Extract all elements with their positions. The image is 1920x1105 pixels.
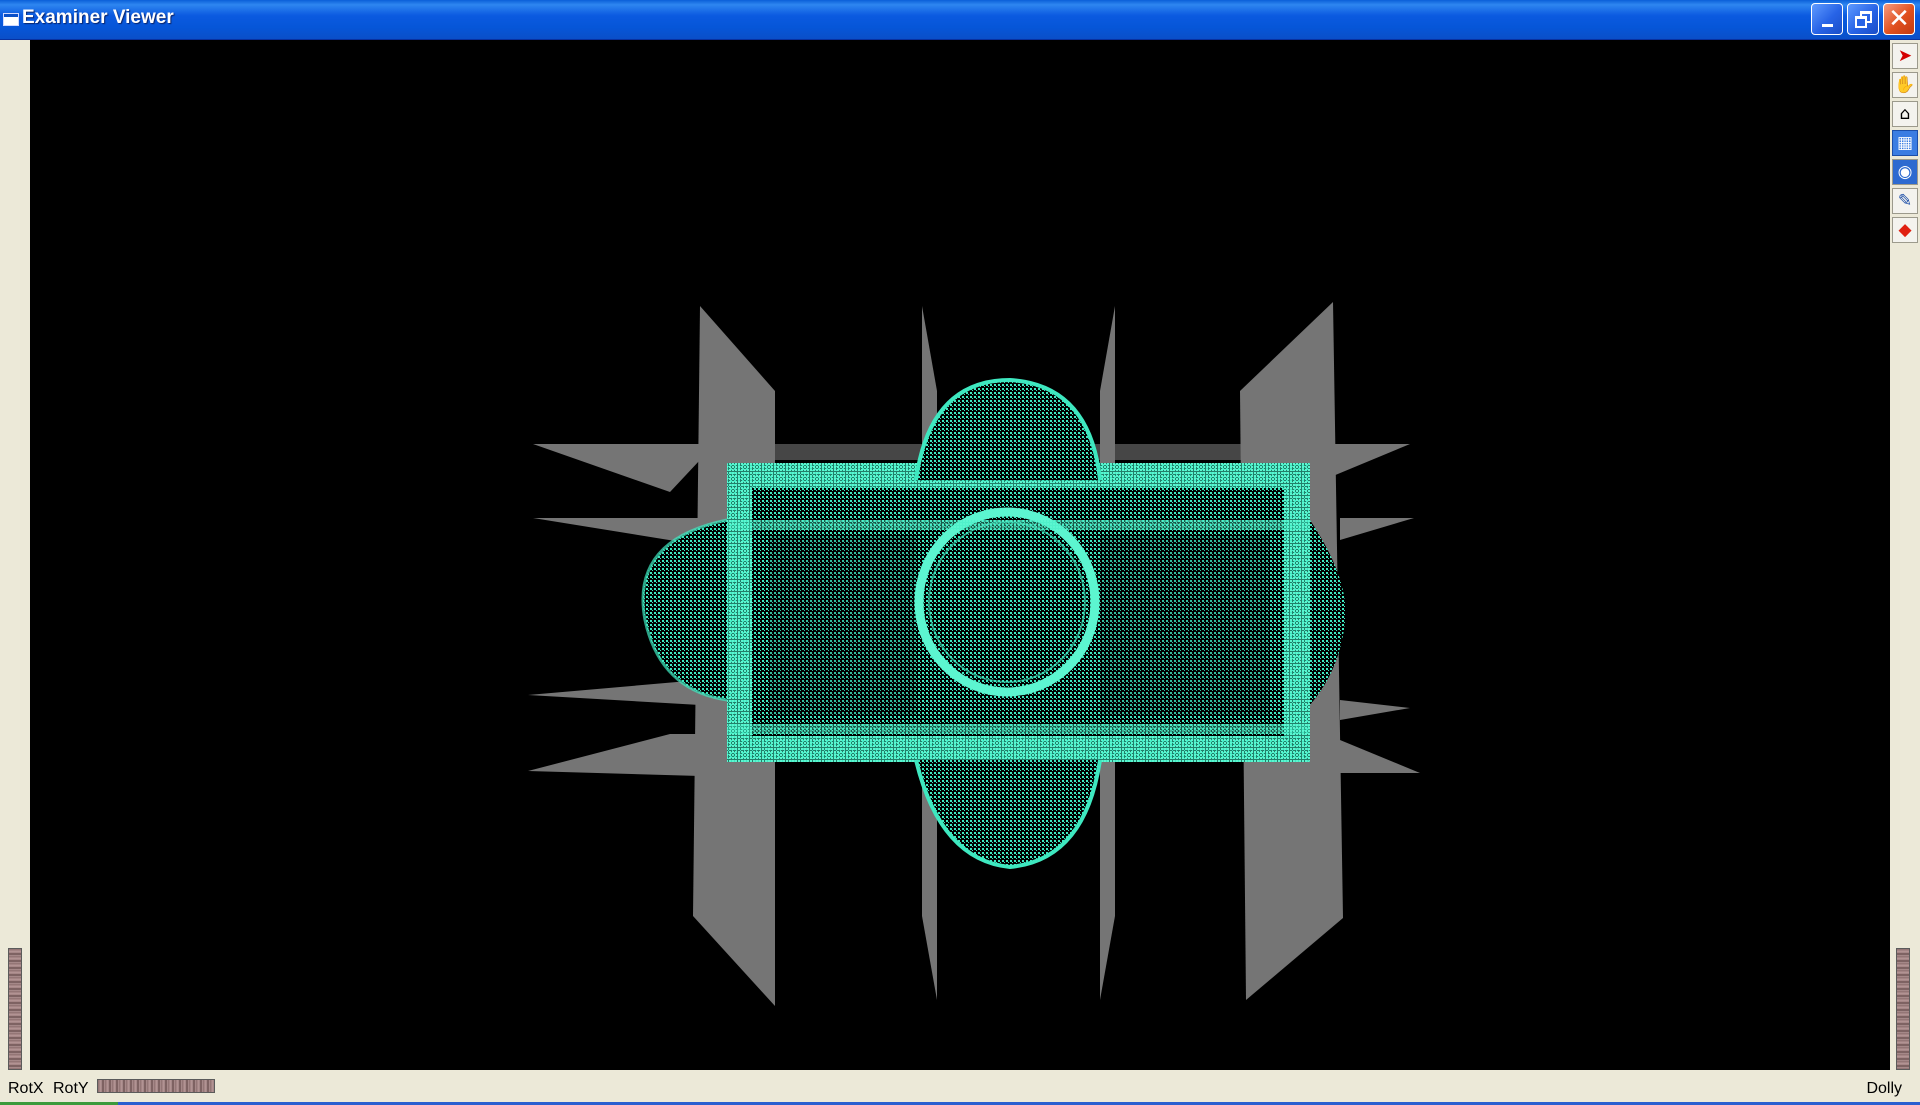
app-icon bbox=[3, 13, 19, 26]
home-icon[interactable]: ⌂ bbox=[1892, 101, 1918, 127]
dolly-label: Dolly bbox=[1866, 1080, 1902, 1097]
roty-label: RotY bbox=[53, 1080, 89, 1097]
rotx-label: RotX bbox=[8, 1080, 44, 1097]
scene-canvas bbox=[528, 302, 1420, 1006]
viewer-toolbar: ➤ ✋ ⌂ ▦ ◉ ✎ ◆ bbox=[1890, 40, 1920, 1070]
rotx-thumbwheel[interactable] bbox=[8, 948, 22, 1070]
window-title: Examiner Viewer bbox=[22, 7, 174, 28]
view-all-icon[interactable]: ◉ bbox=[1892, 159, 1918, 185]
bottom-control-bar: RotX RotY Dolly bbox=[0, 1070, 1920, 1102]
minimize-button[interactable] bbox=[1811, 3, 1843, 35]
restore-button[interactable] bbox=[1847, 3, 1879, 35]
title-bar: Examiner Viewer ✕ bbox=[0, 0, 1920, 40]
hand-icon[interactable]: ✋ bbox=[1892, 72, 1918, 98]
pick-arrow-icon[interactable]: ➤ bbox=[1892, 43, 1918, 69]
projection-icon[interactable]: ◆ bbox=[1892, 217, 1918, 243]
dolly-thumbwheel[interactable] bbox=[1896, 948, 1910, 1070]
3d-viewport[interactable] bbox=[30, 40, 1890, 1070]
minimize-icon bbox=[1821, 23, 1833, 27]
set-home-icon[interactable]: ▦ bbox=[1892, 130, 1918, 156]
close-button[interactable]: ✕ bbox=[1883, 3, 1915, 35]
left-control-strip bbox=[0, 40, 30, 1070]
close-icon: ✕ bbox=[1888, 4, 1910, 34]
restore-icon bbox=[1855, 11, 1872, 28]
seek-icon[interactable]: ✎ bbox=[1892, 188, 1918, 214]
roty-thumbwheel[interactable] bbox=[97, 1079, 215, 1093]
